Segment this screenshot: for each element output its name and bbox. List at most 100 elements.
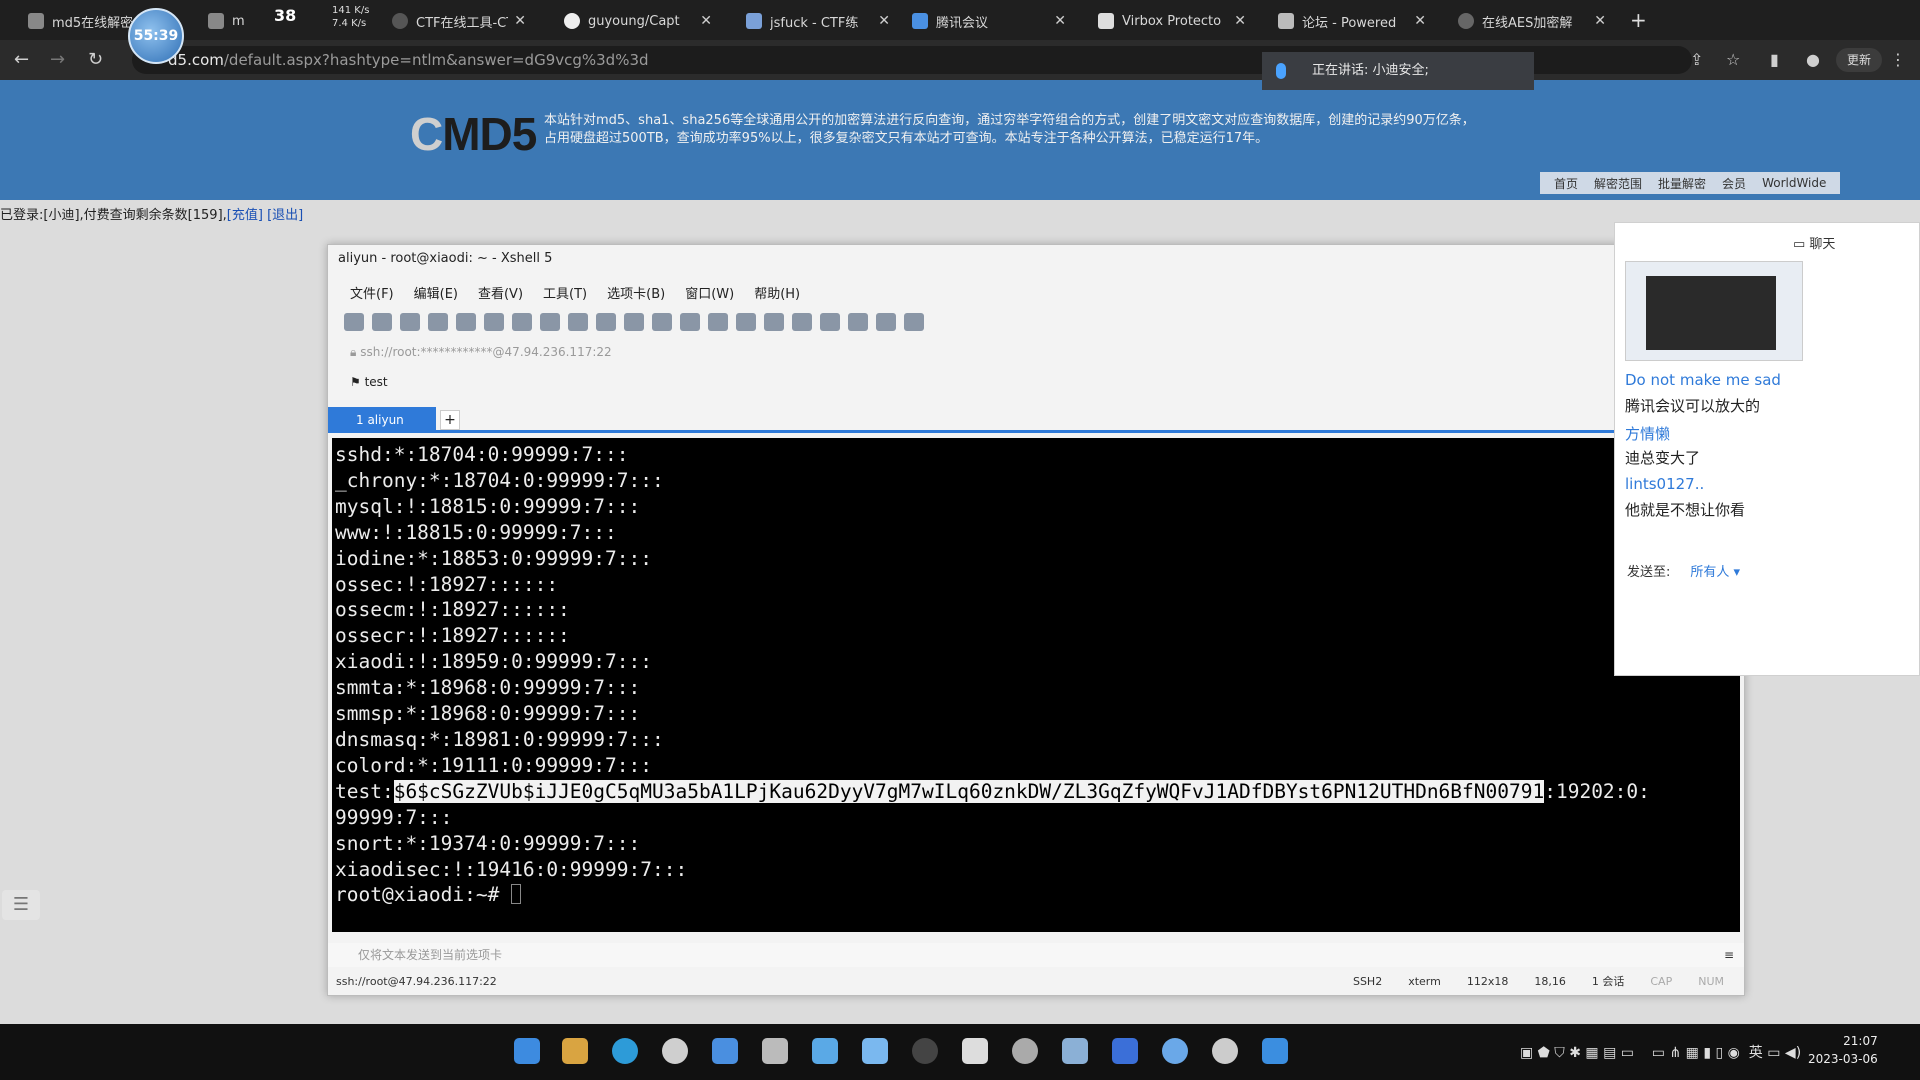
- hamburger-icon[interactable]: ≡: [1724, 943, 1734, 967]
- close-icon[interactable]: ✕: [700, 13, 712, 29]
- chat-sender[interactable]: lints0127..: [1625, 475, 1704, 493]
- menu-window[interactable]: 窗口(W): [685, 283, 734, 302]
- app-icon[interactable]: [1062, 1038, 1088, 1064]
- recharge-link[interactable]: [充值]: [227, 208, 263, 223]
- chat-sender[interactable]: Do not make me sad: [1625, 371, 1781, 389]
- nav-home[interactable]: 首页: [1554, 175, 1578, 192]
- taskbar-clock[interactable]: 21:07 2023-03-06: [1808, 1032, 1878, 1068]
- reload-icon[interactable]: ↻: [88, 49, 103, 70]
- tab-virbox[interactable]: Virbox Protecto ✕: [1090, 4, 1254, 38]
- print-icon[interactable]: [568, 313, 588, 331]
- paste-icon[interactable]: [512, 313, 532, 331]
- tab-aes[interactable]: 在线AES加密解 ✕: [1450, 4, 1614, 38]
- site-logo[interactable]: CMD5: [410, 107, 537, 161]
- fullscreen-icon[interactable]: [736, 313, 756, 331]
- close-icon[interactable]: ✕: [1054, 13, 1066, 29]
- nav-batch[interactable]: 批量解密: [1658, 175, 1706, 192]
- lock-icon[interactable]: [764, 313, 784, 331]
- close-icon[interactable]: ✕: [878, 13, 890, 29]
- menu-view[interactable]: 查看(V): [478, 283, 523, 302]
- terminal-output[interactable]: sshd:*:18704:0:99999:7::: _chrony:*:18704…: [332, 438, 1740, 932]
- connect-icon[interactable]: [400, 313, 420, 331]
- app-icon[interactable]: [1112, 1038, 1138, 1064]
- bookmark-test[interactable]: test: [365, 375, 388, 389]
- app-icon[interactable]: [1212, 1038, 1238, 1064]
- close-icon[interactable]: ✕: [1594, 13, 1606, 29]
- url-path: /default.aspx?hashtype=ntlm&answer=dG9vc…: [223, 51, 649, 69]
- nav-worldwide[interactable]: WorldWide: [1762, 176, 1826, 190]
- bookmark-star-icon[interactable]: ☆: [1726, 50, 1740, 69]
- share-icon[interactable]: ⇪: [1690, 50, 1703, 69]
- menu-tools[interactable]: 工具(T): [543, 283, 587, 302]
- open-folder-icon[interactable]: [372, 313, 392, 331]
- new-tab-button[interactable]: +: [1630, 8, 1647, 32]
- tray-icons[interactable]: ▣ ⬟ ⛉ ✱ ▦ ▤ ▭ ▭ ⋔ ▦ ▮ ▯ ◉: [1520, 1045, 1749, 1061]
- menu-edit[interactable]: 编辑(E): [414, 283, 458, 302]
- app-icon[interactable]: [762, 1038, 788, 1064]
- nav-range[interactable]: 解密范围: [1594, 175, 1642, 192]
- volume-icon[interactable]: ◀): [1785, 1045, 1801, 1061]
- edge-icon[interactable]: [612, 1038, 638, 1064]
- update-button[interactable]: 更新: [1836, 48, 1882, 72]
- app-icon[interactable]: [1262, 1038, 1288, 1064]
- sidebar-icon[interactable]: ▮: [1770, 50, 1779, 69]
- logout-link[interactable]: [退出]: [267, 208, 303, 223]
- close-icon[interactable]: ✕: [1414, 13, 1426, 29]
- xftp-icon[interactable]: [680, 313, 700, 331]
- tab-jsfuck[interactable]: jsfuck - CTF练 ✕: [738, 4, 898, 38]
- settings-icon[interactable]: [1012, 1038, 1038, 1064]
- app-icon[interactable]: [912, 1038, 938, 1064]
- copy-icon[interactable]: [484, 313, 504, 331]
- tab-tencent-meeting[interactable]: 腾讯会议 ✕: [904, 4, 1074, 38]
- menu-file[interactable]: 文件(F): [350, 283, 394, 302]
- back-icon[interactable]: ←: [14, 49, 29, 70]
- app-icon[interactable]: [812, 1038, 838, 1064]
- tunnel-icon[interactable]: [708, 313, 728, 331]
- disconnect-icon[interactable]: [428, 313, 448, 331]
- app-icon[interactable]: [862, 1038, 888, 1064]
- tab-md5[interactable]: md5在线解密: [20, 4, 140, 38]
- app-icon[interactable]: [1162, 1038, 1188, 1064]
- chat-sender[interactable]: 方情懒: [1625, 423, 1670, 444]
- chrome-icon[interactable]: [662, 1038, 688, 1064]
- tab-forum[interactable]: 论坛 - Powered ✕: [1270, 4, 1434, 38]
- floating-menu-button[interactable]: ☰: [2, 890, 40, 920]
- menu-kebab-icon[interactable]: ⋮: [1890, 50, 1906, 69]
- find-icon[interactable]: [540, 313, 560, 331]
- close-icon[interactable]: ✕: [1234, 13, 1246, 29]
- login-count: 159: [192, 208, 218, 223]
- new-session-icon[interactable]: [344, 313, 364, 331]
- help-icon[interactable]: [876, 313, 896, 331]
- tab-aliyun[interactable]: 1 aliyun: [328, 407, 436, 433]
- start-icon[interactable]: [514, 1038, 540, 1064]
- add-icon[interactable]: [820, 313, 840, 331]
- logo-c: C: [410, 108, 443, 160]
- script-icon[interactable]: [848, 313, 868, 331]
- font-icon[interactable]: [652, 313, 672, 331]
- tab-m[interactable]: m: [200, 4, 270, 38]
- transfer-icon[interactable]: [596, 313, 616, 331]
- profile-icon[interactable]: ●: [1806, 50, 1820, 69]
- nav-member[interactable]: 会员: [1722, 175, 1746, 192]
- add-tab-button[interactable]: +: [440, 410, 460, 430]
- ime-indicator[interactable]: 英: [1749, 1045, 1763, 1061]
- menu-tab[interactable]: 选项卡(B): [607, 283, 665, 302]
- tab-ctf-tools[interactable]: CTF在线工具-CT ✕: [384, 4, 534, 38]
- globe-icon[interactable]: [624, 313, 644, 331]
- send-text-bar[interactable]: 仅将文本发送到当前选项卡 ≡: [328, 943, 1744, 967]
- session-address[interactable]: 🔒︎ ssh://root:************@47.94.236.117…: [350, 345, 612, 360]
- network-icon[interactable]: ▭: [1763, 1045, 1785, 1061]
- chat-icon[interactable]: [904, 313, 924, 331]
- send-to-select[interactable]: 所有人: [1690, 565, 1729, 580]
- forward-icon[interactable]: →: [50, 49, 65, 70]
- selected-hash[interactable]: $6$cSGzZVUb$iJJE0gC5qMU3a5bA1LPjKau62Dyy…: [393, 779, 1545, 803]
- keyboard-icon[interactable]: [792, 313, 812, 331]
- file-explorer-icon[interactable]: [562, 1038, 588, 1064]
- tab-github[interactable]: guyoung/Capt ✕: [556, 4, 720, 38]
- properties-icon[interactable]: [456, 313, 476, 331]
- shared-screen-thumbnail[interactable]: [1625, 261, 1803, 361]
- menu-help[interactable]: 帮助(H): [754, 283, 800, 302]
- close-icon[interactable]: ✕: [514, 13, 526, 29]
- app-icon[interactable]: [962, 1038, 988, 1064]
- app-icon[interactable]: [712, 1038, 738, 1064]
